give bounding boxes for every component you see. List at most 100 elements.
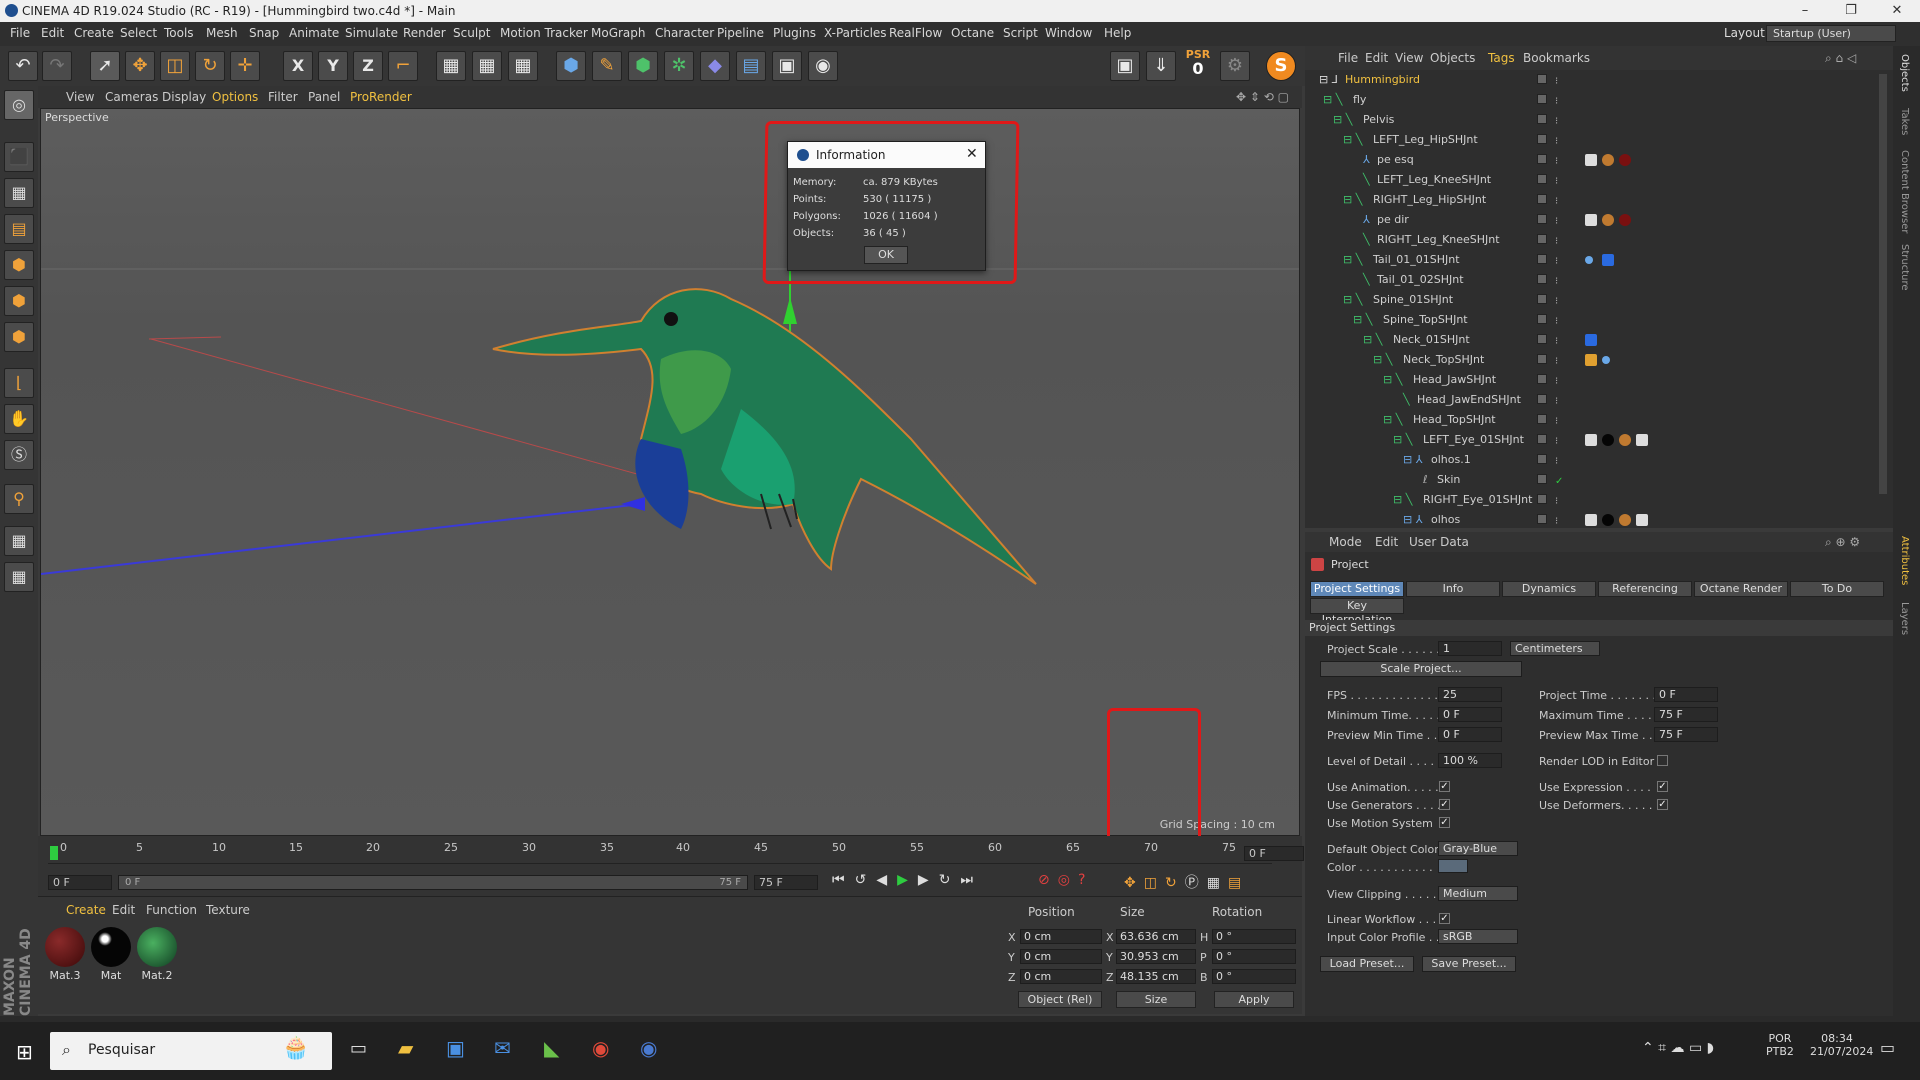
menu-mograph[interactable]: MoGraph	[591, 26, 646, 40]
visibility-toggle[interactable]	[1537, 414, 1547, 424]
vp-menu-filter[interactable]: Filter	[268, 90, 298, 104]
enabled-check-icon[interactable]: ✓	[1555, 472, 1563, 492]
preview-max-time-field[interactable]: 75 F	[1654, 727, 1718, 742]
tree-row[interactable]: ⊟ ╲ Head_TopSHJnt ⁝	[1305, 410, 1893, 430]
coords-mode-dropdown[interactable]: Object (Rel)	[1018, 991, 1102, 1008]
coords-rot-b-field[interactable]: 0 °	[1212, 969, 1296, 984]
menu-sculpt[interactable]: Sculpt	[453, 26, 490, 40]
coords-pos-y-field[interactable]: 0 cm	[1020, 949, 1102, 964]
cinema4d-taskbar-icon[interactable]: ◉	[640, 1036, 657, 1060]
record-icon[interactable]: ⊘	[1038, 872, 1058, 888]
render-dots-icon[interactable]: ⁝	[1555, 132, 1558, 152]
prev-frame-icon[interactable]: ◀	[876, 872, 897, 888]
render-dots-icon[interactable]: ⁝	[1555, 492, 1558, 512]
visibility-toggle[interactable]	[1537, 174, 1547, 184]
key-param-icon[interactable]: Ⓟ	[1185, 875, 1207, 891]
clock[interactable]: 08:34 21/07/2024	[1810, 1032, 1873, 1058]
move-tool-icon[interactable]: ✥	[125, 51, 155, 81]
visibility-toggle[interactable]	[1537, 94, 1547, 104]
render-dots-icon[interactable]: ⁝	[1555, 412, 1558, 432]
render-dots-icon[interactable]: ⁝	[1555, 72, 1558, 92]
texture-tag-icon[interactable]	[1602, 154, 1614, 166]
input-color-profile-dropdown[interactable]: sRGB	[1438, 929, 1518, 944]
store-icon[interactable]: ▣	[446, 1036, 465, 1060]
render-dots-icon[interactable]: ⁝	[1555, 292, 1558, 312]
auto-key-icon[interactable]: ◎	[1058, 872, 1078, 888]
tree-row[interactable]: ⅄ pe esq ⁝	[1305, 150, 1893, 170]
select-tool-icon[interactable]: ➚	[90, 51, 120, 81]
tree-row[interactable]: ⊟ ⅄ olhos ⁝	[1305, 510, 1893, 526]
render-picture-viewer-icon[interactable]: ▦	[472, 51, 502, 81]
close-button[interactable]: ✕	[1874, 0, 1920, 22]
tree-row[interactable]: ⊟ ⅃ Hummingbird ⁝	[1305, 70, 1893, 90]
side-tab-layers[interactable]: Layers	[1899, 602, 1910, 635]
menu-octane[interactable]: Octane	[951, 26, 994, 40]
mat-menu-create[interactable]: Create	[66, 903, 106, 917]
om-search-icon[interactable]: ⌕ ⌂ ◁	[1825, 51, 1856, 66]
om-menu-file[interactable]: File	[1338, 51, 1358, 65]
key-scale-icon[interactable]: ◫	[1144, 875, 1165, 891]
attr-menu-user-data[interactable]: User Data	[1409, 535, 1469, 549]
render-settings-icon[interactable]: ▦	[508, 51, 538, 81]
visibility-toggle[interactable]	[1537, 474, 1547, 484]
render-dots-icon[interactable]: ⁝	[1555, 272, 1558, 292]
fps-field[interactable]: 25	[1438, 687, 1502, 702]
save-preset-button[interactable]: Save Preset...	[1422, 956, 1516, 972]
menu-script[interactable]: Script	[1003, 26, 1038, 40]
attr-nav-icons[interactable]: ⌕ ⊕ ⚙	[1825, 535, 1860, 550]
coords-size-x-field[interactable]: 63.636 cm	[1116, 929, 1196, 944]
attr-menu-mode[interactable]: Mode	[1329, 535, 1362, 549]
tab-octane-render[interactable]: Octane Render	[1694, 581, 1788, 597]
coords-pos-z-field[interactable]: 0 cm	[1020, 969, 1102, 984]
play-icon[interactable]: ▶	[897, 872, 918, 888]
end-frame-field[interactable]: 75 F	[754, 875, 818, 890]
floor-icon[interactable]: ▤	[736, 51, 766, 81]
visibility-toggle[interactable]	[1537, 394, 1547, 404]
layout-dropdown[interactable]: Startup (User)	[1766, 25, 1896, 42]
material-mat2[interactable]: Mat.2	[136, 927, 178, 982]
visibility-toggle[interactable]	[1537, 134, 1547, 144]
menu-render[interactable]: Render	[403, 26, 446, 40]
menu-help[interactable]: Help	[1104, 26, 1131, 40]
playhead-marker[interactable]	[50, 846, 58, 860]
vp-menu-display[interactable]: Display	[162, 90, 206, 104]
tab-referencing[interactable]: Referencing	[1598, 581, 1692, 597]
view-clipping-dropdown[interactable]: Medium	[1438, 886, 1518, 901]
visibility-toggle[interactable]	[1537, 314, 1547, 324]
tree-row[interactable]: ╲ Head_JawEndSHJnt ⁝	[1305, 390, 1893, 410]
use-animation-checkbox[interactable]: ✓	[1439, 781, 1450, 792]
texture-tag-icon[interactable]	[1619, 434, 1631, 446]
viewport-nav-icons[interactable]: ✥ ⇕ ⟲ ▢	[1236, 90, 1289, 104]
visibility-toggle[interactable]	[1537, 454, 1547, 464]
scale-tool-icon[interactable]: ◫	[160, 51, 190, 81]
menu-tools[interactable]: Tools	[164, 26, 194, 40]
maximum-time-field[interactable]: 75 F	[1654, 707, 1718, 722]
object-tree-scrollbar[interactable]	[1879, 74, 1887, 494]
tree-row[interactable]: ⊟ ╲ LEFT_Eye_01SHJnt ⁝	[1305, 430, 1893, 450]
gear-icon[interactable]: ⚙	[1220, 51, 1250, 81]
use-generators-checkbox[interactable]: ✓	[1439, 799, 1450, 810]
level-of-detail-field[interactable]: 100 %	[1438, 753, 1502, 768]
ik-tag-icon[interactable]	[1585, 256, 1593, 264]
tree-row[interactable]: ⊟ ╲ Spine_01SHJnt ⁝	[1305, 290, 1893, 310]
edges-mode-icon[interactable]: ⬢	[4, 286, 34, 316]
coords-pos-x-field[interactable]: 0 cm	[1020, 929, 1102, 944]
project-time-field[interactable]: 0 F	[1654, 687, 1718, 702]
minimize-button[interactable]: –	[1782, 0, 1828, 22]
tree-row[interactable]: ⊟ ╲ Neck_01SHJnt ⁝	[1305, 330, 1893, 350]
constraint-tag-icon[interactable]	[1602, 254, 1614, 266]
current-frame-field[interactable]: 0 F	[1244, 846, 1304, 861]
undo-icon[interactable]: ↶	[8, 51, 38, 81]
side-tab-structure[interactable]: Structure	[1899, 244, 1910, 291]
side-tab-objects[interactable]: Objects	[1899, 54, 1910, 92]
coords-size-y-field[interactable]: 30.953 cm	[1116, 949, 1196, 964]
om-menu-objects[interactable]: Objects	[1430, 51, 1475, 65]
cube-icon[interactable]: ⬢	[556, 51, 586, 81]
tree-row[interactable]: ⊟ ⅄ olhos.1 ⁝	[1305, 450, 1893, 470]
render-dots-icon[interactable]: ⁝	[1555, 352, 1558, 372]
tree-row[interactable]: ⊟ ╲ RIGHT_Eye_01SHJnt ⁝	[1305, 490, 1893, 510]
menu-plugins[interactable]: Plugins	[773, 26, 816, 40]
next-key-icon[interactable]: ↻	[939, 872, 961, 888]
timeline-menu-icon[interactable]: ▤	[1228, 875, 1249, 891]
tree-row[interactable]: ⊟ ╲ RIGHT_Leg_HipSHJnt ⁝	[1305, 190, 1893, 210]
